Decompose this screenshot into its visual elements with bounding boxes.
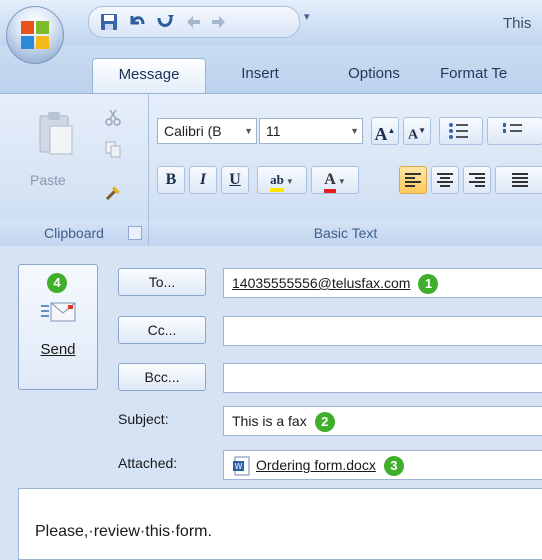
bullet-list-icon	[449, 123, 468, 139]
align-center-button[interactable]	[431, 166, 459, 194]
copy-icon[interactable]	[104, 140, 122, 158]
subject-label: Subject:	[118, 411, 169, 427]
cc-field[interactable]	[223, 316, 542, 346]
cc-button[interactable]: Cc...	[118, 316, 206, 344]
save-icon[interactable]	[99, 12, 119, 32]
ribbon-tabs: Message Insert Options Format Te	[0, 46, 542, 94]
justify-button[interactable]	[495, 166, 542, 194]
chevron-down-icon: ▼	[244, 126, 253, 136]
italic-button[interactable]: I	[189, 166, 217, 194]
paste-button-label[interactable]: Paste	[30, 172, 66, 188]
office-button[interactable]	[6, 6, 64, 64]
justify-icon	[512, 173, 528, 187]
tab-insert[interactable]: Insert	[216, 58, 304, 92]
numbered-list-icon	[503, 123, 522, 133]
align-right-icon	[469, 173, 485, 187]
basic-text-group-label: Basic Text	[149, 220, 542, 246]
office-logo-icon	[21, 21, 49, 49]
undo-icon[interactable]	[127, 12, 147, 32]
basic-text-group: Calibri (B ▼ 11 ▼ A▲ A▼ B I U ab ▼ A ▼ B…	[149, 94, 542, 246]
bcc-field[interactable]	[223, 363, 542, 393]
callout-badge-1: 1	[418, 274, 439, 295]
chevron-down-icon: ▼	[350, 126, 359, 136]
bullets-button[interactable]	[439, 117, 483, 145]
align-center-icon	[437, 173, 453, 187]
font-size-select[interactable]: 11 ▼	[259, 118, 363, 144]
word-document-icon: W	[233, 456, 250, 476]
message-body[interactable]: Please,·review·this·form.	[18, 488, 542, 560]
align-left-icon	[405, 173, 421, 187]
clipboard-group: Paste Clipboard	[0, 94, 149, 246]
ribbon: Paste Clipboard Calibri (B▼ 11▼ A▲ A▼	[0, 93, 542, 247]
attached-field: W Ordering form.docx 3	[223, 450, 542, 480]
align-left-button[interactable]	[399, 166, 427, 194]
window-title: This	[503, 15, 532, 32]
format-painter-icon[interactable]	[104, 184, 122, 202]
next-item-icon[interactable]	[209, 12, 229, 32]
send-button-label: Send	[40, 341, 76, 358]
title-bar: ▾ This	[0, 0, 542, 46]
compose-form: 4 Send To... 14035555556@telusfax.com 1 C…	[0, 246, 542, 560]
callout-badge-3: 3	[383, 456, 404, 477]
clipboard-group-label: Clipboard	[0, 220, 148, 246]
message-body-text: Please,·review·this·form.	[35, 523, 212, 540]
send-button[interactable]: 4 Send	[18, 264, 98, 390]
highlight-button[interactable]: ab ▼	[257, 166, 307, 194]
underline-button[interactable]: U	[221, 166, 249, 194]
grow-font-button[interactable]: A▲	[371, 117, 399, 145]
tab-message[interactable]: Message	[92, 58, 206, 93]
align-right-button[interactable]	[463, 166, 491, 194]
clipboard-dialog-launcher[interactable]	[128, 226, 142, 240]
numbering-button[interactable]	[487, 117, 542, 145]
subject-value: This is a fax	[232, 413, 307, 429]
bcc-button[interactable]: Bcc...	[118, 363, 206, 391]
bold-button[interactable]: B	[157, 166, 185, 194]
tab-options[interactable]: Options	[320, 58, 428, 92]
paste-icon[interactable]	[36, 110, 76, 156]
customize-qat-button[interactable]: ▾	[304, 10, 316, 26]
to-button[interactable]: To...	[118, 268, 206, 296]
callout-badge-2: 2	[314, 412, 335, 433]
to-recipient[interactable]: 14035555556@telusfax.com	[232, 275, 410, 291]
attachment-link[interactable]: Ordering form.docx	[256, 457, 376, 473]
font-color-button[interactable]: A ▼	[311, 166, 359, 194]
callout-badge-4: 4	[47, 273, 67, 293]
send-envelope-icon	[41, 302, 76, 322]
attached-label: Attached:	[118, 455, 178, 471]
to-field[interactable]: 14035555556@telusfax.com 1	[223, 268, 542, 298]
font-name-select[interactable]: Calibri (B ▼	[157, 118, 257, 144]
svg-text:W: W	[235, 462, 243, 471]
previous-item-icon[interactable]	[183, 12, 203, 32]
cut-icon[interactable]	[104, 108, 122, 126]
shrink-font-button[interactable]: A▼	[403, 117, 431, 145]
subject-field[interactable]: This is a fax 2	[223, 406, 542, 436]
quick-access-toolbar	[88, 6, 300, 38]
redo-icon[interactable]	[155, 12, 175, 32]
tab-format-text[interactable]: Format Te	[440, 58, 542, 92]
